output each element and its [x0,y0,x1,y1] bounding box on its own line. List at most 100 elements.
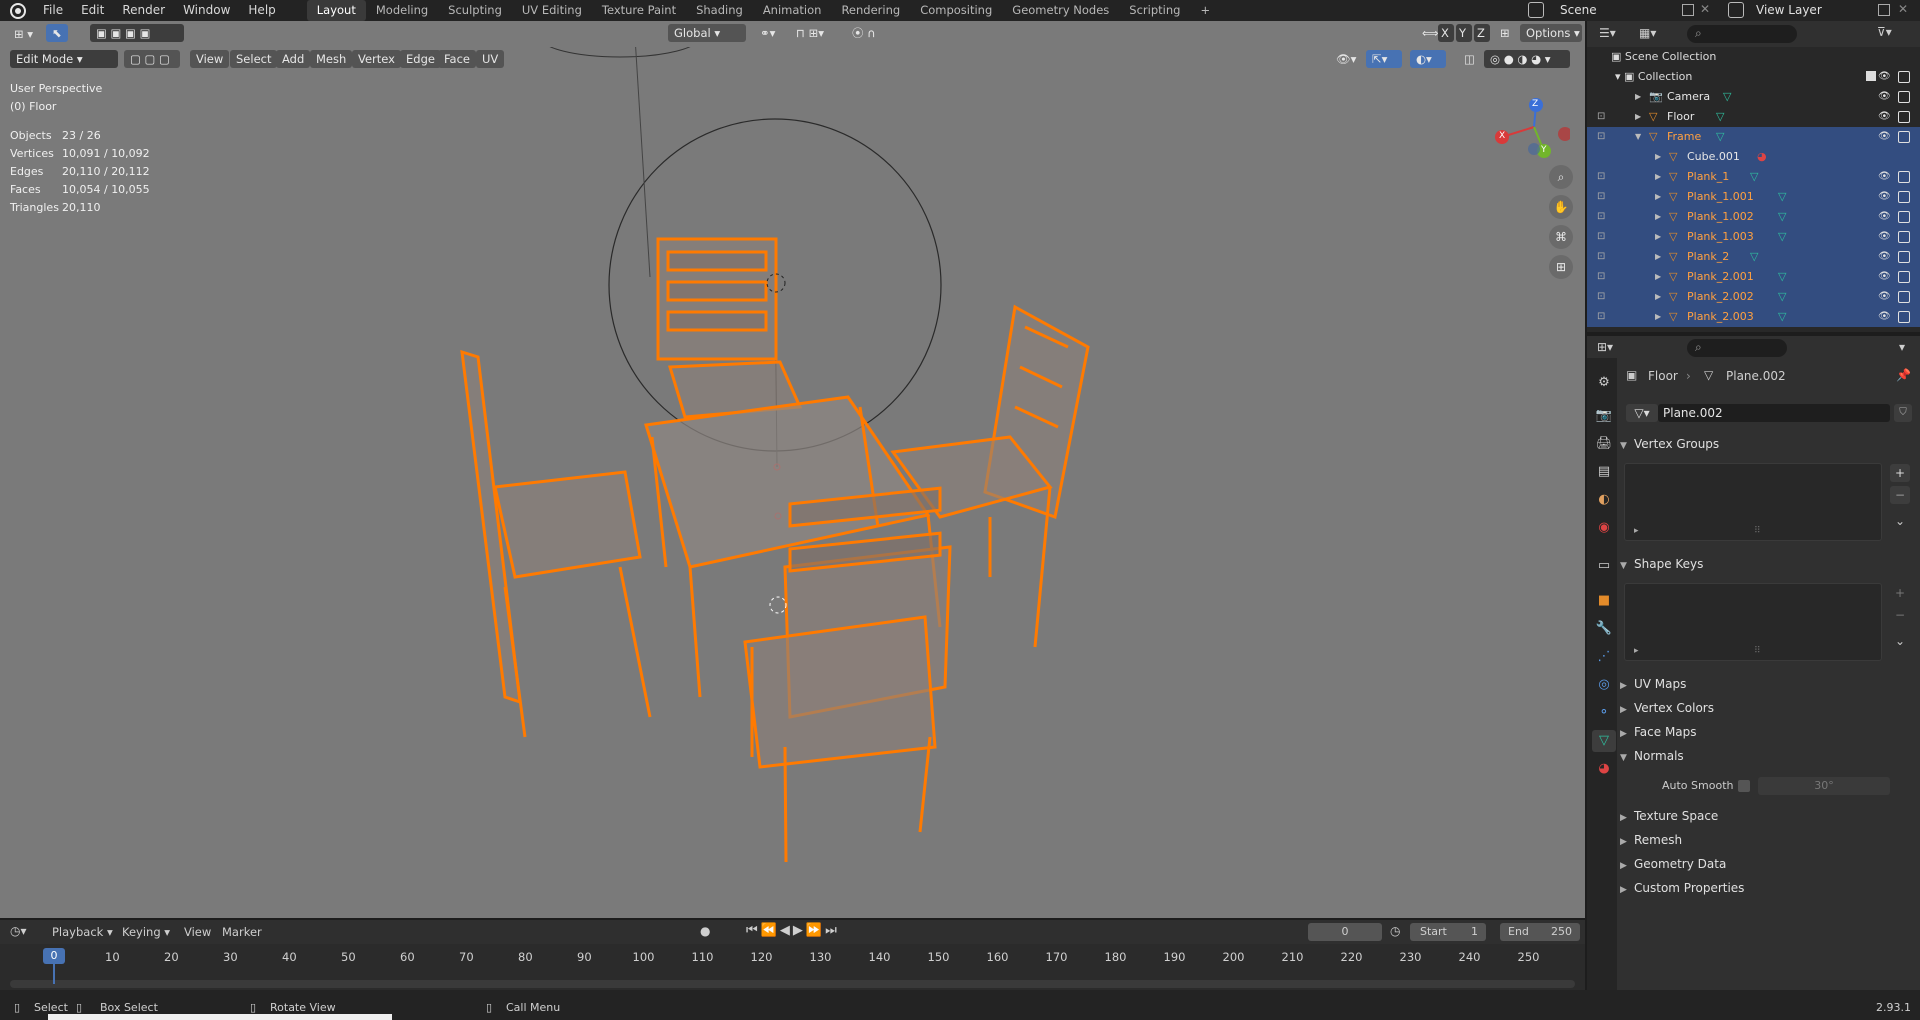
render-tab-icon[interactable]: 📷 [1592,405,1616,427]
expand-arrow-icon[interactable]: ▶ [1655,207,1661,227]
section-vertex-colors[interactable]: ▶ Vertex Colors [1620,697,1920,719]
mesh-data-icon[interactable]: ▽ [1750,167,1758,187]
eye-icon[interactable]: 👁 [1878,211,1891,223]
outliner-item[interactable]: ▶ ▽ Plank_1.002 ▽ 👁 ⊡ [1587,207,1920,227]
workspace-tab-scripting[interactable]: Scripting [1119,0,1190,21]
zoom-icon[interactable]: ⌕ [1549,165,1573,189]
workspace-tab-modeling[interactable]: Modeling [366,0,438,21]
vertex-groups-list[interactable] [1624,463,1882,541]
mesh-data-icon[interactable]: ▽ [1778,187,1786,207]
record-icon[interactable]: ● [700,924,710,938]
particles-tab-icon[interactable]: ⋰ [1592,646,1616,668]
eye-icon[interactable]: 👁 [1878,291,1891,303]
end-frame-field[interactable]: End 250 [1500,923,1580,941]
eye-icon[interactable]: 👁 [1878,171,1891,183]
edit-mode-icon[interactable]: ⊡ [1597,307,1605,327]
output-tab-icon[interactable]: 🖨 [1592,433,1616,455]
outliner-item[interactable]: ▶ ▽ Plank_2.001 ▽ 👁 ⊡ [1587,267,1920,287]
auto-smooth-checkbox[interactable] [1738,780,1750,792]
material-icon[interactable]: ◕ [1757,147,1767,167]
menu-view[interactable]: View [190,50,230,68]
expand-arrow-icon[interactable]: ▶ [1655,227,1661,247]
mesh-data-tab-icon[interactable]: ▽ [1592,730,1616,752]
section-remesh[interactable]: ▶ Remesh [1620,829,1920,851]
menu-window[interactable]: Window [174,0,239,21]
workspace-tab-shading[interactable]: Shading [686,0,753,21]
perspective-toggle-icon[interactable]: ⊞ [1549,255,1573,279]
list-resize-handle[interactable]: ⠿ [1754,646,1761,656]
list-expand-icon[interactable]: ▸ [1634,646,1639,656]
menu-help[interactable]: Help [239,0,284,21]
add-workspace-icon[interactable]: + [1190,0,1220,21]
outliner-search-input[interactable]: ⌕ [1687,25,1797,43]
edit-mode-icon[interactable]: ⊡ [1597,247,1605,267]
options-dropdown[interactable]: Options ▾ [1520,24,1582,42]
mesh-data-icon[interactable]: ▽ [1778,287,1786,307]
eye-icon[interactable]: 👁 [1878,251,1891,263]
render-toggle-icon[interactable] [1898,311,1910,323]
outliner-item[interactable]: ▶ ▽ Floor ▽ 👁 ⊡ [1587,107,1920,127]
mesh-data-icon[interactable]: ▽ [1723,87,1731,107]
section-face-maps[interactable]: ▶ Face Maps [1620,721,1920,743]
workspace-tab-layout[interactable]: Layout [306,0,366,21]
menu-select[interactable]: Select [230,50,278,68]
transform-orientation-dropdown[interactable]: Global ▾ [668,24,746,42]
preview-range-icon[interactable]: ◷ [1390,924,1400,938]
edit-mode-icon[interactable]: ⊡ [1597,127,1605,147]
eye-icon[interactable]: 👁 [1878,271,1891,283]
shading-mode-buttons[interactable]: ◎ ● ◑ ◕ ▾ [1484,50,1570,68]
remove-vertex-group-button[interactable]: − [1890,486,1910,504]
view-layer-tab-icon[interactable]: ▤ [1592,461,1616,483]
outliner-item[interactable]: ▶ 📷 Camera ▽ 👁 [1587,87,1920,107]
render-toggle-icon[interactable] [1898,231,1910,243]
render-toggle-icon[interactable] [1898,71,1910,83]
gizmo-toggle-icon[interactable]: ⇱▾ [1366,50,1402,68]
filter-icon[interactable]: ⊽▾ [1877,25,1892,39]
select-tool-icon[interactable]: ⬉ [46,24,68,42]
eye-icon[interactable]: 👁 [1878,191,1891,203]
menu-edit[interactable]: Edit [72,0,113,21]
list-resize-handle[interactable]: ⠿ [1754,526,1761,536]
select-mode-buttons[interactable]: ▣ ▣ ▣ ▣ [90,24,184,42]
add-vertex-group-button[interactable]: + [1890,464,1910,482]
mesh-data-icon[interactable]: ▽ [1716,127,1724,147]
expand-arrow-icon[interactable]: ▶ [1655,307,1661,327]
outliner-item[interactable]: ▶ ▽ Plank_2 ▽ 👁 ⊡ [1587,247,1920,267]
render-toggle-icon[interactable] [1898,191,1910,203]
expand-arrow-icon[interactable]: ▶ [1655,247,1661,267]
expand-arrow-icon[interactable]: ▶ [1655,147,1661,167]
scene-selector-icon[interactable] [1528,2,1544,18]
remove-shape-key-button[interactable]: − [1890,606,1910,624]
section-vertex-groups[interactable]: ▼ Vertex Groups [1620,433,1920,455]
mesh-data-icon[interactable]: ▽ [1778,307,1786,327]
render-toggle-icon[interactable] [1898,91,1910,103]
render-toggle-icon[interactable] [1898,271,1910,283]
3d-viewport[interactable]: Edit Mode ▾ ▢ ▢ ▢ View Select Add Mesh V… [0,47,1585,918]
mirror-x-toggle[interactable]: X [1438,24,1454,42]
timeline-menu-view[interactable]: View [184,925,211,939]
view-layer-selector-icon[interactable] [1728,2,1744,18]
expand-arrow-icon[interactable]: ▶ [1655,287,1661,307]
menu-vertex[interactable]: Vertex [352,50,401,68]
expand-arrow-icon[interactable]: ▶ [1635,87,1641,107]
mesh-data-icon[interactable]: ▽ [1750,247,1758,267]
section-uv-maps[interactable]: ▶ UV Maps [1620,673,1920,695]
menu-render[interactable]: Render [113,0,174,21]
workspace-tab-rendering[interactable]: Rendering [831,0,910,21]
overlay-toggle-icon[interactable]: ◐▾ [1410,50,1446,68]
select-element-buttons[interactable]: ▢ ▢ ▢ [124,50,180,68]
edit-mode-icon[interactable]: ⊡ [1597,227,1605,247]
section-normals[interactable]: ▼ Normals [1620,745,1920,767]
outliner-item[interactable]: ▶ ▽ Plank_1.003 ▽ 👁 ⊡ [1587,227,1920,247]
workspace-tab-texture-paint[interactable]: Texture Paint [592,0,686,21]
menu-edge[interactable]: Edge [400,50,441,68]
eye-icon[interactable]: 👁 [1878,71,1891,83]
delete-view-layer-icon[interactable]: ✕ [1898,2,1908,16]
section-custom-properties[interactable]: ▶ Custom Properties [1620,877,1920,899]
expand-arrow-icon[interactable]: ▶ [1635,107,1641,127]
view-layer-name[interactable]: View Layer [1756,3,1822,17]
expand-arrow-icon[interactable]: ▼ [1635,127,1641,147]
properties-search-input[interactable]: ⌕ [1687,339,1787,357]
menu-marker[interactable]: Marker [222,925,262,939]
render-toggle-icon[interactable] [1898,251,1910,263]
